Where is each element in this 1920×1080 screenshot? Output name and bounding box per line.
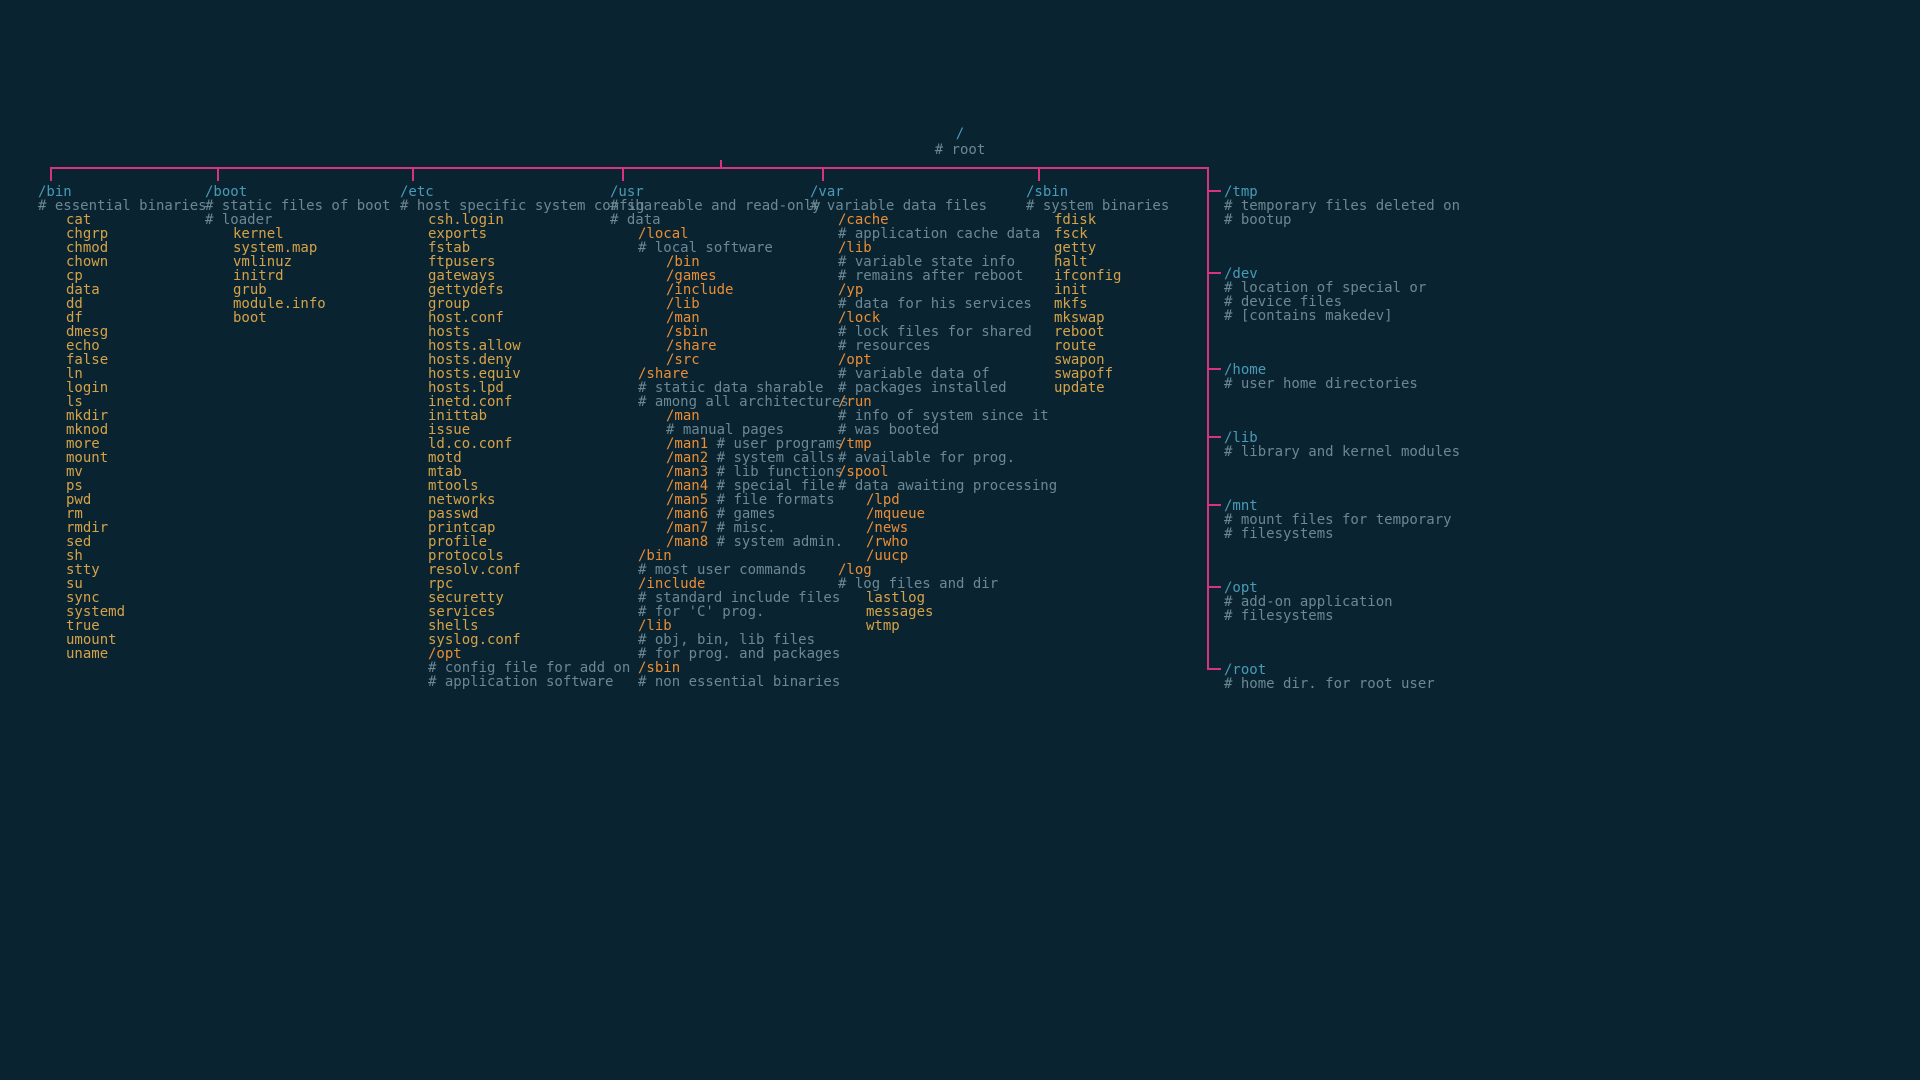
column-boot: /boot# static files of boot# loaderkerne…: [205, 185, 390, 325]
right-home: /home# user home directories: [1224, 363, 1418, 391]
right-dev: /dev# location of special or# device fil…: [1224, 267, 1426, 323]
right-root: /root# home dir. for root user: [1224, 663, 1435, 691]
right-opt: /opt# add-on application# filesystems: [1224, 581, 1393, 623]
root-node: / # root: [0, 127, 1920, 157]
column-etc: /etc# host specific system configcsh.log…: [400, 185, 644, 689]
column-var: /var# variable data files/cache# applica…: [810, 185, 1057, 633]
root-path: /: [0, 127, 1920, 141]
column-bin: /bin# essential binariescatchgrpchmodcho…: [38, 185, 207, 661]
root-desc: # root: [0, 143, 1920, 157]
right-lib: /lib# library and kernel modules: [1224, 431, 1460, 459]
column-sbin: /sbin# system binariesfdiskfsckgettyhalt…: [1026, 185, 1169, 395]
right-tmp: /tmp# temporary files deleted on# bootup: [1224, 185, 1460, 227]
right-mnt: /mnt# mount files for temporary# filesys…: [1224, 499, 1452, 541]
